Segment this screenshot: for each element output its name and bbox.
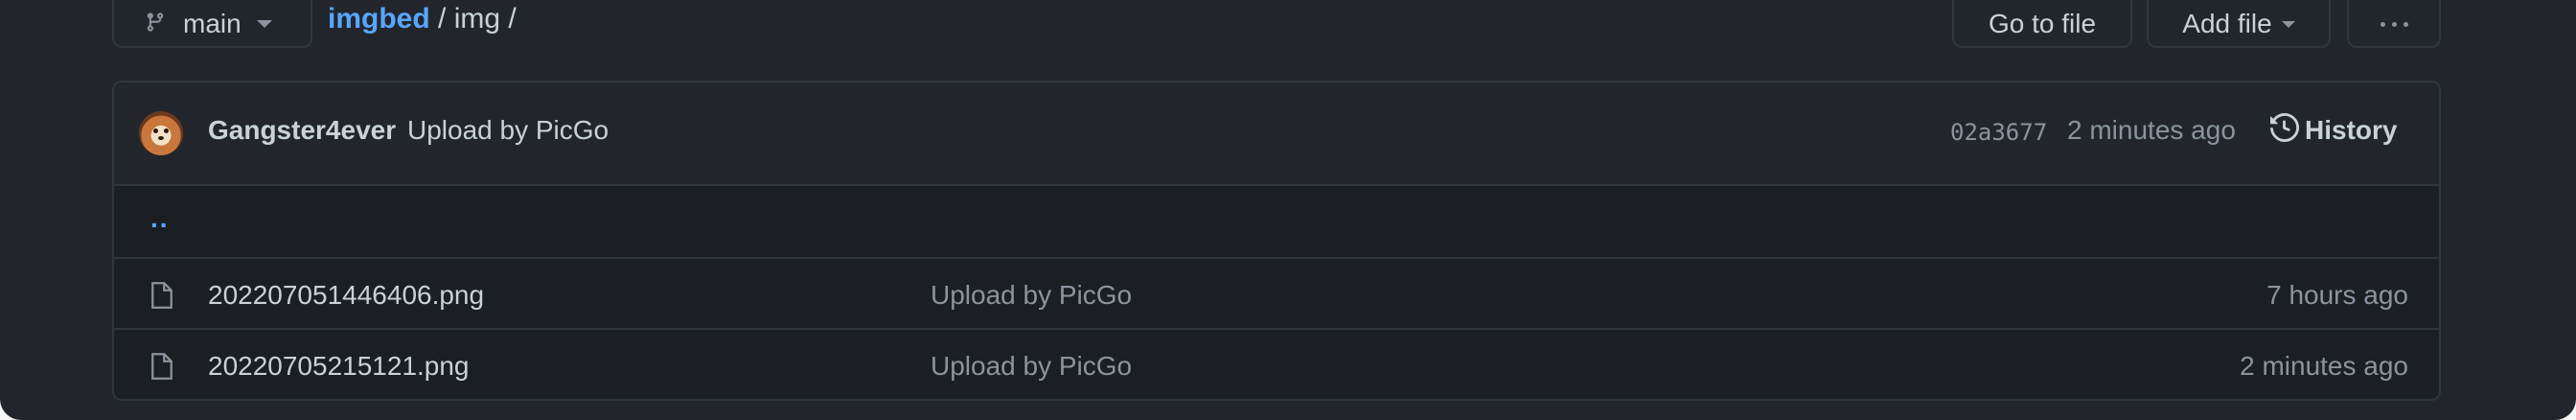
go-to-file-button[interactable]: Go to file	[1952, 0, 2132, 48]
parent-directory-row[interactable]: ..	[114, 186, 2439, 257]
file-icon	[150, 352, 173, 385]
add-file-label: Add file	[2182, 9, 2272, 38]
parent-directory-link[interactable]: ..	[150, 203, 170, 234]
chevron-down-icon	[256, 20, 272, 28]
latest-commit-bar: Gangster4ever Upload by PicGo 02a3677 2 …	[114, 82, 2439, 186]
file-commit-message-link[interactable]: Upload by PicGo	[931, 280, 1132, 311]
history-label: History	[2305, 115, 2398, 145]
kebab-horizontal-icon	[2380, 21, 2408, 27]
file-list: Gangster4ever Upload by PicGo 02a3677 2 …	[112, 81, 2441, 401]
repo-window: main imgbed / img / Go to file Add file	[0, 0, 2576, 420]
table-row[interactable]: 202207051446406.png Upload by PicGo 7 ho…	[114, 257, 2439, 328]
git-branch-icon	[145, 10, 166, 39]
file-navigation-bar: main imgbed / img / Go to file Add file	[112, 0, 2441, 50]
breadcrumb-separator: /	[500, 3, 517, 35]
history-link[interactable]: History	[2270, 111, 2397, 150]
breadcrumb-separator: /	[429, 3, 454, 35]
file-name-link[interactable]: 202207051446406.png	[208, 280, 484, 311]
file-name-link[interactable]: 20220705215121.png	[208, 351, 470, 382]
go-to-file-label: Go to file	[1988, 9, 2097, 38]
chevron-down-icon	[2281, 20, 2295, 28]
file-commit-message-link[interactable]: Upload by PicGo	[931, 351, 1132, 382]
breadcrumb: imgbed / img /	[328, 0, 517, 38]
history-icon	[2270, 112, 2305, 149]
file-commit-time: 7 hours ago	[2266, 280, 2408, 310]
commit-message-link[interactable]: Upload by PicGo	[407, 115, 609, 146]
branch-selector-button[interactable]: main	[112, 0, 312, 48]
breadcrumb-repo-link[interactable]: imgbed	[328, 3, 430, 35]
avatar[interactable]	[139, 111, 183, 155]
add-file-button[interactable]: Add file	[2147, 0, 2331, 48]
breadcrumb-current-folder: img	[453, 3, 501, 35]
commit-time: 2 minutes ago	[2067, 115, 2236, 145]
file-commit-time: 2 minutes ago	[2240, 351, 2408, 381]
commit-author-link[interactable]: Gangster4ever	[208, 115, 396, 146]
table-row[interactable]: 20220705215121.png Upload by PicGo 2 min…	[114, 328, 2439, 399]
branch-name: main	[183, 9, 242, 38]
commit-sha-link[interactable]: 02a3677	[1950, 119, 2047, 146]
file-icon	[150, 281, 173, 315]
more-options-button[interactable]	[2347, 0, 2441, 48]
